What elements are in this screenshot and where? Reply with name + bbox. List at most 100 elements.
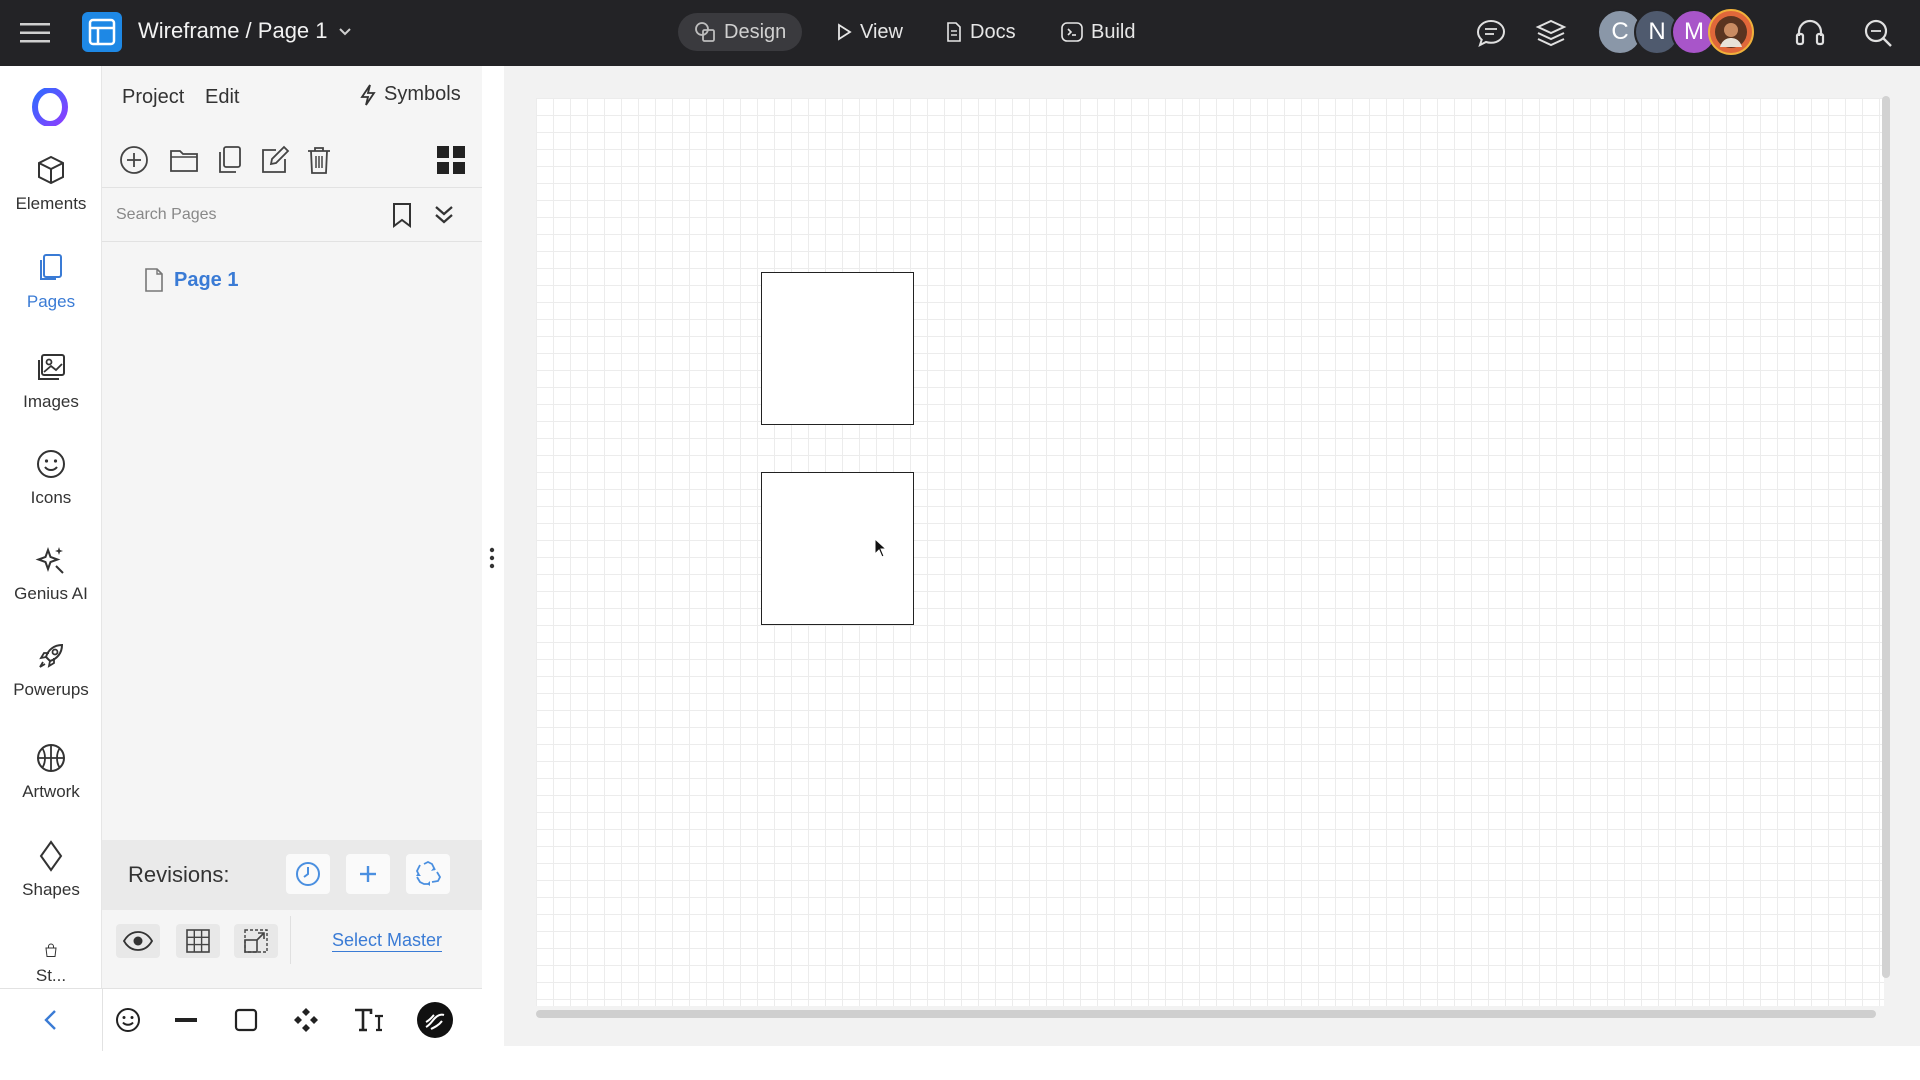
bottom-toolbar bbox=[0, 988, 482, 1051]
resize-canvas-button[interactable] bbox=[234, 924, 278, 958]
artboard[interactable] bbox=[536, 98, 1884, 1006]
edit-icon[interactable] bbox=[259, 144, 291, 176]
component-tool-icon[interactable] bbox=[289, 1003, 323, 1037]
toggle-grid-button[interactable] bbox=[176, 924, 220, 958]
rail-item-label: Genius AI bbox=[14, 584, 88, 603]
canvas-area[interactable] bbox=[504, 66, 1920, 1046]
pen-tool-icon[interactable] bbox=[416, 1001, 454, 1039]
resize-icon bbox=[244, 929, 268, 953]
rail-item-genius-ai[interactable]: Genius AI bbox=[0, 544, 102, 628]
preview-eye-button[interactable] bbox=[116, 924, 160, 958]
list-item[interactable]: Page 1 bbox=[144, 268, 238, 292]
rectangle-tool-icon[interactable] bbox=[229, 1003, 263, 1037]
page-file-icon bbox=[145, 268, 163, 292]
cube-icon bbox=[38, 155, 64, 185]
wireframe-rectangle[interactable] bbox=[761, 272, 914, 425]
bag-icon bbox=[45, 943, 57, 957]
collapse-panel-chevron-left-icon[interactable] bbox=[34, 1003, 68, 1037]
recycle-icon bbox=[415, 860, 442, 886]
avatar-initial: C bbox=[1611, 18, 1629, 45]
rail-item-label: Icons bbox=[30, 488, 72, 507]
avatar-photo[interactable] bbox=[1708, 9, 1754, 55]
document-title-label: Wireframe / Page 1 bbox=[138, 18, 328, 43]
nav-build-tab[interactable]: Build bbox=[1045, 13, 1151, 51]
rail-item-label: Pages bbox=[26, 292, 76, 311]
folder-icon[interactable] bbox=[168, 144, 200, 176]
revisions-label: Revisions: bbox=[128, 862, 230, 887]
duplicate-icon[interactable] bbox=[214, 144, 246, 176]
rail-item-icons[interactable]: Icons bbox=[0, 448, 102, 532]
lightning-icon bbox=[360, 84, 376, 105]
design-icon bbox=[695, 22, 715, 42]
rail-item-label: Powerups bbox=[13, 680, 89, 699]
page-item-label: Page 1 bbox=[174, 268, 239, 291]
rail-item-elements[interactable]: Elements bbox=[0, 154, 102, 238]
line-tool-icon[interactable] bbox=[169, 1003, 203, 1037]
wireframe-rectangle[interactable] bbox=[761, 472, 914, 625]
grid-icon bbox=[186, 929, 210, 953]
pages-panel: Project Edit Symbols Search Pages Page 1… bbox=[102, 66, 482, 988]
rail-item-shapes[interactable]: Shapes bbox=[0, 840, 102, 924]
rail-item-powerups[interactable]: Powerups bbox=[0, 640, 102, 724]
diamond-icon bbox=[39, 840, 63, 872]
select-master-link[interactable]: Select Master bbox=[332, 930, 443, 952]
horizontal-scrollbar[interactable] bbox=[536, 1010, 1876, 1018]
rail-item-images[interactable]: Images bbox=[0, 352, 102, 436]
mouse-cursor-icon bbox=[874, 538, 888, 558]
rail-item-store[interactable]: St... bbox=[0, 942, 102, 986]
revision-history-button[interactable] bbox=[286, 854, 330, 894]
menu-project[interactable]: Project bbox=[122, 86, 184, 109]
layers-icon[interactable] bbox=[1533, 15, 1569, 51]
avatar-initial: M bbox=[1684, 18, 1704, 45]
document-title[interactable]: Wireframe / Page 1 bbox=[138, 18, 352, 44]
search-icon[interactable] bbox=[1860, 15, 1896, 51]
clock-icon bbox=[296, 862, 320, 886]
panel-options-kebab-icon[interactable] bbox=[486, 546, 498, 570]
nav-view-tab[interactable]: View bbox=[820, 13, 919, 51]
left-tool-rail: Elements Pages Images Icons Genius AI Po… bbox=[0, 66, 102, 988]
bookmark-icon[interactable] bbox=[386, 199, 418, 231]
revisions-bar: Revisions: bbox=[102, 840, 482, 910]
support-headset-icon[interactable] bbox=[1792, 15, 1828, 51]
rail-item-pages[interactable]: Pages bbox=[0, 252, 102, 336]
hamburger-menu-icon[interactable] bbox=[18, 16, 52, 50]
panel-menu-bar: Project Edit Symbols bbox=[102, 66, 482, 130]
top-bar: Wireframe / Page 1 Design View Docs Buil… bbox=[0, 0, 1920, 66]
symbols-button[interactable]: Symbols bbox=[360, 83, 461, 106]
nav-design-label: Design bbox=[724, 20, 787, 43]
menu-edit[interactable]: Edit bbox=[205, 86, 239, 109]
divider bbox=[290, 916, 291, 964]
trash-icon[interactable] bbox=[303, 144, 335, 176]
document-icon bbox=[947, 22, 961, 42]
comments-icon[interactable] bbox=[1473, 15, 1509, 51]
plus-icon bbox=[360, 866, 376, 882]
pages-toolbar bbox=[102, 130, 482, 188]
avatar-initial: N bbox=[1648, 18, 1666, 45]
rail-item-label: Shapes bbox=[22, 880, 80, 899]
add-revision-button[interactable] bbox=[346, 854, 390, 894]
pages-icon bbox=[40, 254, 62, 280]
collapse-all-icon[interactable] bbox=[428, 199, 460, 231]
grid-view-icon[interactable] bbox=[435, 144, 467, 176]
product-logo-icon[interactable] bbox=[31, 88, 69, 126]
build-icon bbox=[1061, 22, 1083, 42]
nav-build-label: Build bbox=[1091, 20, 1136, 43]
search-pages-input[interactable] bbox=[116, 200, 376, 230]
collaborator-avatars: C N M bbox=[1597, 9, 1754, 55]
add-page-icon[interactable] bbox=[118, 144, 150, 176]
image-icon bbox=[38, 354, 65, 380]
vertical-scrollbar[interactable] bbox=[1882, 96, 1890, 978]
text-tool-icon[interactable] bbox=[352, 1003, 386, 1037]
page-search-row bbox=[102, 188, 482, 242]
rail-item-artwork[interactable]: Artwork bbox=[0, 742, 102, 826]
nav-docs-tab[interactable]: Docs bbox=[930, 13, 1032, 51]
nav-design-tab[interactable]: Design bbox=[678, 13, 803, 51]
app-logo-icon[interactable] bbox=[82, 12, 122, 52]
play-icon bbox=[838, 23, 852, 41]
recycle-revisions-button[interactable] bbox=[406, 854, 450, 894]
sparkle-icon bbox=[35, 547, 64, 574]
insert-emoji-icon[interactable] bbox=[111, 1003, 145, 1037]
panel-bottom-tools: Select Master bbox=[102, 910, 482, 968]
symbols-label: Symbols bbox=[384, 83, 461, 105]
eye-icon bbox=[123, 931, 153, 951]
